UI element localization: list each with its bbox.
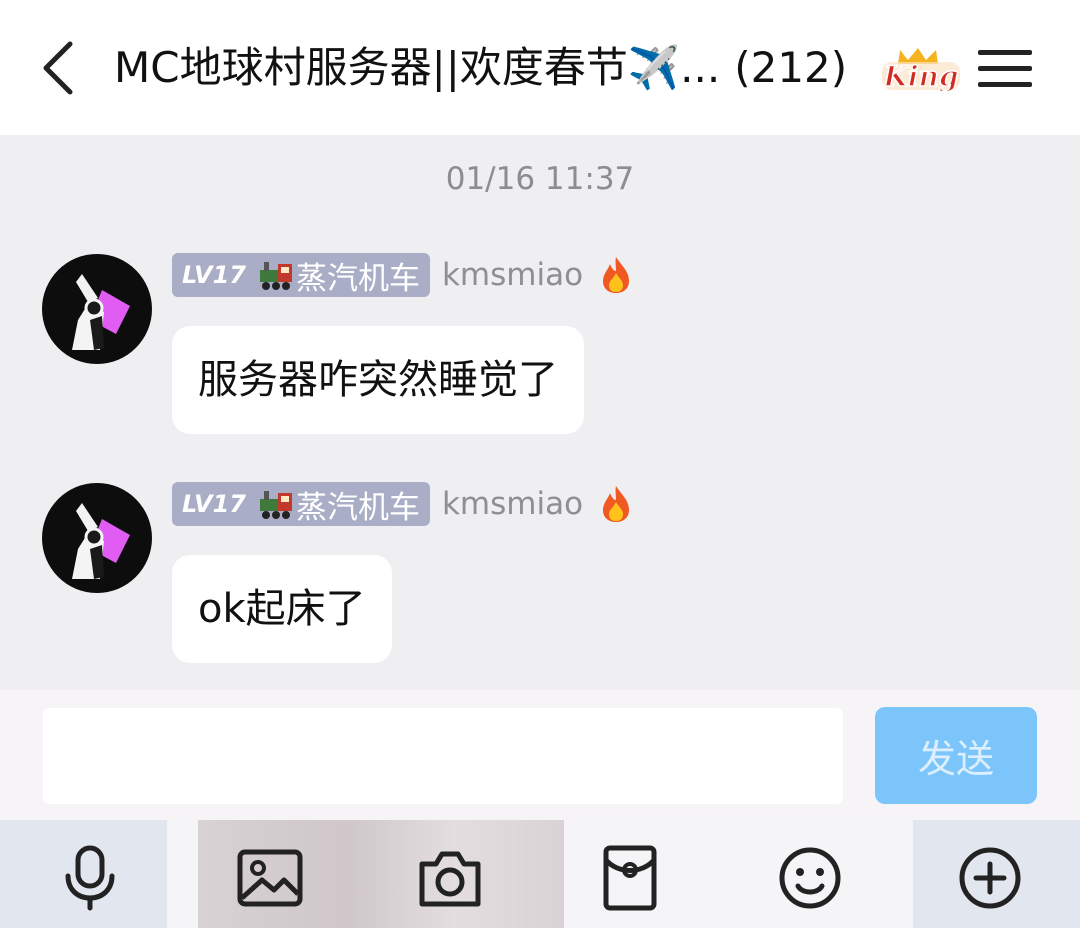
- message-list[interactable]: 01/16 11:37 LV17 蒸汽机车 kmsmiao 服务器咋突然睡觉了 …: [0, 135, 1080, 690]
- message-bubble[interactable]: 服务器咋突然睡觉了: [172, 326, 584, 434]
- emoji-icon[interactable]: [774, 842, 846, 914]
- chat-title[interactable]: MC地球村服务器||欢度春节✈️... (212): [114, 40, 847, 96]
- microphone-icon[interactable]: [54, 842, 126, 914]
- input-toolbar: [0, 820, 1080, 928]
- back-arrow-icon: [43, 41, 73, 95]
- back-button[interactable]: [30, 38, 86, 98]
- level-text: LV17: [182, 261, 246, 289]
- menu-icon-bar: [978, 65, 1032, 71]
- steam-train-icon: [259, 262, 292, 290]
- avatar-image: [72, 503, 130, 579]
- message-composer: 发送: [0, 690, 1080, 820]
- send-button[interactable]: 发送: [875, 707, 1037, 804]
- menu-button[interactable]: [978, 42, 1032, 94]
- title-tag: 蒸汽机车: [295, 260, 420, 297]
- level-badge: LV17 蒸汽机车: [172, 482, 430, 526]
- group-name: MC地球村服务器||欢度春节✈️...: [114, 43, 721, 92]
- avatar[interactable]: [42, 254, 152, 364]
- avatar[interactable]: [42, 483, 152, 593]
- level-text: LV17: [182, 490, 246, 518]
- title-tag: 蒸汽机车: [295, 489, 420, 526]
- level-badge: LV17 蒸汽机车: [172, 253, 430, 297]
- message-timestamp: 01/16 11:37: [445, 161, 635, 197]
- chat-header: MC地球村服务器||欢度春节✈️... (212) King: [0, 0, 1080, 135]
- menu-icon-bar: [978, 49, 1032, 55]
- sender-meta: LV17 蒸汽机车 kmsmiao: [172, 253, 633, 297]
- avatar-image: [72, 274, 130, 350]
- fire-icon: [603, 257, 630, 293]
- king-badge-icon[interactable]: King: [878, 44, 964, 94]
- message-input[interactable]: [43, 708, 843, 804]
- king-badge-text: King: [883, 60, 959, 93]
- steam-train-icon: [259, 491, 292, 519]
- image-icon[interactable]: [234, 842, 306, 914]
- menu-icon-bar: [978, 81, 1032, 87]
- fire-icon: [603, 486, 630, 522]
- sender-nickname[interactable]: kmsmiao: [442, 486, 583, 522]
- plus-icon[interactable]: [954, 842, 1026, 914]
- member-count: (212): [734, 43, 848, 92]
- message-bubble[interactable]: ok起床了: [172, 555, 392, 663]
- sender-nickname[interactable]: kmsmiao: [442, 257, 583, 293]
- camera-icon[interactable]: [414, 842, 486, 914]
- red-packet-icon[interactable]: [594, 842, 666, 914]
- sender-meta: LV17 蒸汽机车 kmsmiao: [172, 482, 633, 526]
